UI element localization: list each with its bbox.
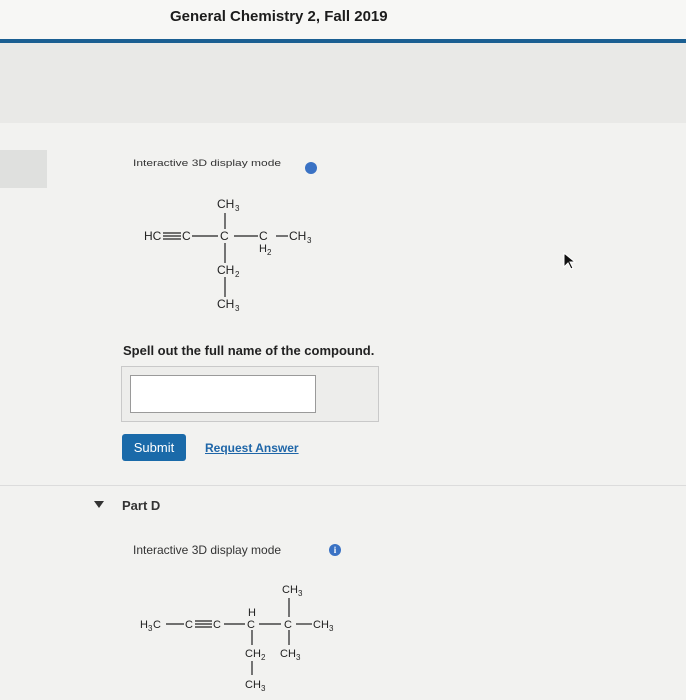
subscript: 3 <box>329 624 334 633</box>
subscript: 2 <box>261 653 266 662</box>
c-atom: C <box>284 619 292 631</box>
ch2-group: CH <box>245 648 261 660</box>
subscript: 3 <box>296 653 301 662</box>
c-atom: C <box>185 619 193 631</box>
subscript: 3 <box>261 684 266 693</box>
c-atom: C <box>153 619 161 631</box>
ch3-group: CH <box>313 619 329 631</box>
c-atom: C <box>213 619 221 631</box>
ch3-group: CH <box>282 584 298 596</box>
h-label: H <box>248 607 256 619</box>
mouse-cursor-icon <box>563 252 577 270</box>
subscript: 3 <box>298 589 303 598</box>
ch3-group: CH <box>280 648 296 660</box>
ch3-group: CH <box>245 679 261 691</box>
h3c-group: H <box>140 619 148 631</box>
structure-part-d: H 3 C C C C H C CH 3 CH 3 CH 2 CH 3 CH 3 <box>140 584 334 693</box>
c-atom: C <box>247 619 255 631</box>
